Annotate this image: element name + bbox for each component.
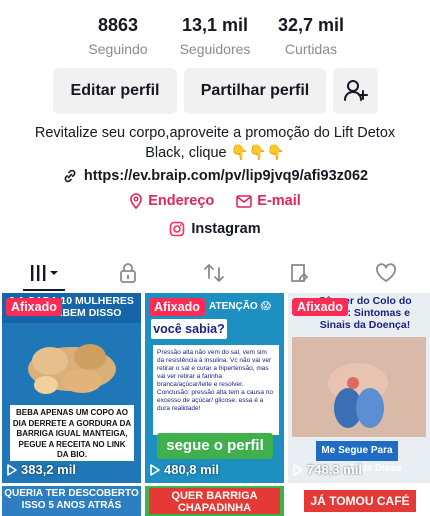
tab-reposts[interactable] xyxy=(194,260,234,286)
share-profile-button[interactable]: Partilhar perfil xyxy=(184,68,326,114)
active-tab-indicator xyxy=(23,289,65,291)
profile-tabs xyxy=(0,254,430,292)
heart-icon xyxy=(376,263,396,282)
view-count: 480,8 mil xyxy=(150,462,219,477)
video-thumbnail[interactable]: QUER BARRIGA CHAPADINHA xyxy=(145,486,284,516)
bio-link-text[interactable]: https://ev.braip.com/pv/lip9jvq9/afi93z0… xyxy=(84,168,368,184)
ginger-image xyxy=(28,344,116,394)
link-icon xyxy=(64,169,76,183)
followers-count: 13,1 mil xyxy=(181,15,249,35)
stat-likes[interactable]: 32,7 mil Curtidas xyxy=(256,14,366,59)
view-count-text: 748,3 mil xyxy=(307,462,362,477)
view-count-text: 480,8 mil xyxy=(164,462,219,477)
video-grid: 9 A CADA 10 MULHERES NÃO SABEM DISSO Afi… xyxy=(0,293,430,516)
instagram-icon xyxy=(170,221,185,237)
thumbnail-body: Pressão alta não vem do sal, vem sim da … xyxy=(153,345,279,435)
video-thumbnail[interactable]: Câncer do Colo do Útero: Sintomas e Sina… xyxy=(288,293,430,483)
play-icon xyxy=(7,463,17,476)
tab-private[interactable] xyxy=(108,260,148,286)
video-thumbnail[interactable]: Afixado ATENÇÃO 😱 você sabia? Pressão al… xyxy=(145,293,284,483)
grid-icon xyxy=(31,265,58,281)
profile-stats: 8863 Seguindo 13,1 mil Seguidores 32,7 m… xyxy=(0,14,430,58)
instagram-label: Instagram xyxy=(191,221,261,237)
email-button[interactable]: E-mail xyxy=(236,193,301,209)
email-label: E-mail xyxy=(257,193,301,209)
thumbnail-title: QUER BARRIGA CHAPADINHA xyxy=(149,488,280,514)
address-button[interactable]: Endereço xyxy=(129,193,214,209)
location-pin-icon xyxy=(130,193,142,209)
instagram-link[interactable]: Instagram xyxy=(0,221,430,237)
thumbnail-caption: BEBA APENAS UM COPO AO DIA DERRETE A GOR… xyxy=(10,405,134,461)
tab-favorites[interactable] xyxy=(280,260,320,286)
play-icon xyxy=(293,463,303,476)
pinned-badge: Afixado xyxy=(149,298,205,316)
thumbnail-heading: você sabia? xyxy=(151,319,227,339)
person-add-icon xyxy=(343,80,368,101)
view-count-text: 383,2 mil xyxy=(21,462,76,477)
add-friend-button[interactable] xyxy=(333,68,378,114)
bio-link[interactable]: https://ev.braip.com/pv/lip9jvq9/afi93z0… xyxy=(0,168,430,184)
view-count: 383,2 mil xyxy=(7,462,76,477)
thumbnail-cta: Me Segue Para xyxy=(316,441,398,461)
repost-icon xyxy=(204,264,224,282)
edit-profile-button[interactable]: Editar perfil xyxy=(53,68,177,114)
contact-row: Endereço E-mail xyxy=(0,193,430,209)
stat-followers[interactable]: 13,1 mil Seguidores xyxy=(160,14,270,59)
video-thumbnail[interactable]: JÁ TOMOU CAFÉ xyxy=(288,486,430,516)
following-label: Seguindo xyxy=(88,41,148,57)
video-thumbnail[interactable]: 9 A CADA 10 MULHERES NÃO SABEM DISSO Afi… xyxy=(2,293,141,483)
favorites-icon xyxy=(291,264,309,282)
likes-count: 32,7 mil xyxy=(277,15,345,35)
thumbnail-cta: segue o perfil xyxy=(157,433,273,459)
profile-bio: Revitalize seu corpo,aproveite a promoçã… xyxy=(34,125,396,161)
following-count: 8863 xyxy=(97,15,139,35)
view-count: 748,3 mil xyxy=(293,462,362,477)
followers-label: Seguidores xyxy=(179,41,251,57)
pinned-badge: Afixado xyxy=(6,298,62,316)
tab-videos[interactable] xyxy=(24,260,64,286)
mail-icon xyxy=(236,194,253,208)
play-icon xyxy=(150,463,160,476)
lock-icon xyxy=(120,263,136,283)
thumbnail-overlay-text: ATENÇÃO 😱 xyxy=(209,301,271,312)
likes-label: Curtidas xyxy=(284,41,338,57)
video-thumbnail[interactable]: QUERIA TER DESCOBERTO ISSO 5 ANOS ATRÁS xyxy=(2,486,141,516)
thumbnail-title: QUERIA TER DESCOBERTO ISSO 5 ANOS ATRÁS xyxy=(4,488,139,511)
tab-liked[interactable] xyxy=(366,260,406,286)
address-label: Endereço xyxy=(148,193,215,209)
pinned-badge: Afixado xyxy=(292,298,348,316)
stat-following[interactable]: 8863 Seguindo xyxy=(63,14,173,59)
thumbnail-title: JÁ TOMOU CAFÉ xyxy=(304,490,416,512)
pain-illustration xyxy=(328,363,388,428)
